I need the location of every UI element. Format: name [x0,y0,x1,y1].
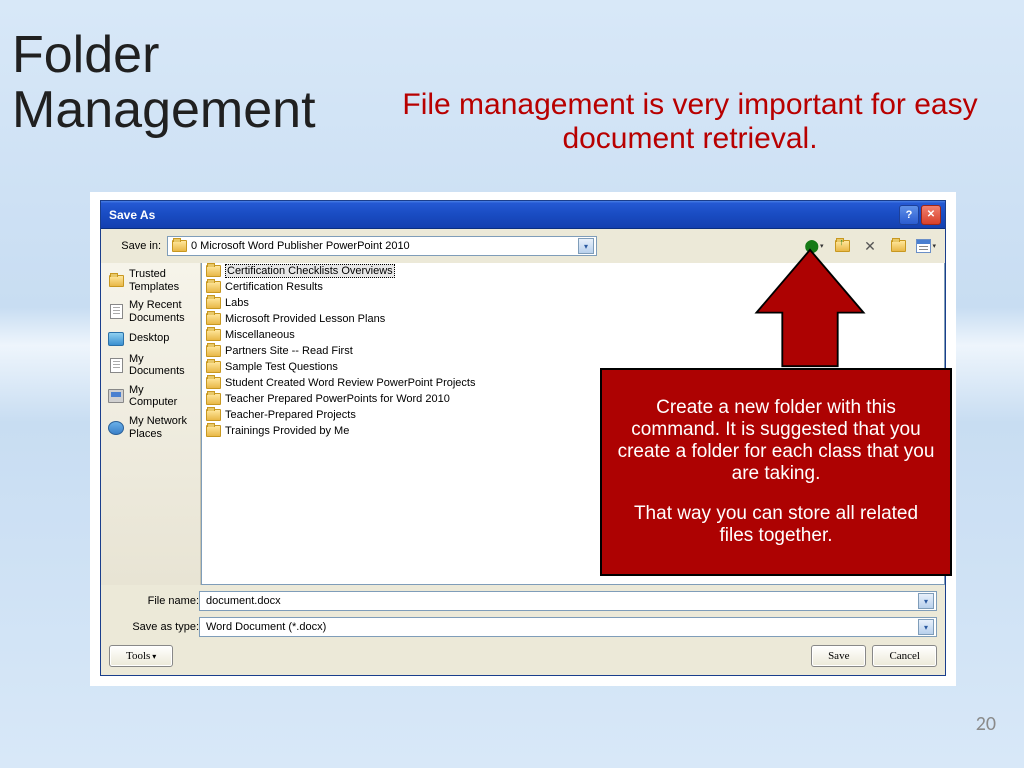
folder-name: Partners Site -- Read First [225,345,353,357]
places-item-label: Trusted Templates [129,268,194,293]
folder-icon [206,297,221,309]
folder-icon [206,377,221,389]
folder-icon [206,393,221,405]
places-item[interactable]: My Network Places [101,412,200,443]
slide-subtitle: File management is very important for ea… [400,88,980,156]
save-in-combo[interactable]: 0 Microsoft Word Publisher PowerPoint 20… [167,236,597,256]
bottom-fields: File name: document.docx ▾ Save as type:… [101,585,945,641]
save-in-value: 0 Microsoft Word Publisher PowerPoint 20… [191,240,410,252]
folder-name: Teacher-Prepared Projects [225,409,356,421]
folder-icon [206,329,221,341]
titlebar: Save As [101,201,945,229]
folder-name: Certification Results [225,281,323,293]
folder-icon [172,240,187,252]
title-line2: Management [12,83,316,138]
help-button[interactable] [899,205,919,225]
folder-name: Miscellaneous [225,329,295,341]
places-item[interactable]: My Computer [101,381,200,412]
folder-name: Trainings Provided by Me [225,425,349,437]
folder-icon [206,361,221,373]
callout-p1: Create a new folder with this command. I… [616,397,936,485]
tools-button[interactable]: Tools [109,645,173,667]
folder-name: Teacher Prepared PowerPoints for Word 20… [225,393,450,405]
callout-box: Create a new folder with this command. I… [600,368,952,576]
file-name-value: document.docx [206,595,281,607]
places-item-label: My Recent Documents [129,299,194,324]
folder-name: Certification Checklists Overviews [225,264,395,278]
network-icon [107,420,125,436]
folder-icon [206,425,221,437]
folder-icon [206,265,221,277]
places-bar: Trusted Templates My Recent Documents Desk… [101,263,201,585]
save-button[interactable]: Save [811,645,866,667]
chevron-down-icon[interactable]: ▾ [918,593,934,609]
chevron-down-icon[interactable]: ▾ [578,238,594,254]
callout-arrow [750,248,870,368]
folder-name: Labs [225,297,249,309]
file-name-input[interactable]: document.docx ▾ [199,591,937,611]
slide-title: Folder Management [12,28,316,137]
views-button[interactable] [915,235,937,257]
close-button[interactable] [921,205,941,225]
button-row: Tools Save Cancel [101,641,945,675]
desktop-icon [107,331,125,347]
doc-icon [107,304,125,320]
page-number: 20 [976,712,996,736]
folder-name: Sample Test Questions [225,361,338,373]
dialog-title: Save As [109,208,155,222]
folder-icon [206,313,221,325]
save-type-combo[interactable]: Word Document (*.docx) ▾ [199,617,937,637]
folder-icon [891,240,906,252]
save-type-label: Save as type: [109,621,199,633]
places-item[interactable]: Desktop [101,328,200,350]
places-item-label: My Network Places [129,415,194,440]
title-line1: Folder [12,28,316,83]
callout-p2: That way you can store all related files… [616,503,936,547]
cancel-button[interactable]: Cancel [872,645,937,667]
views-icon [916,239,931,253]
places-item[interactable]: Trusted Templates [101,265,200,296]
folder-name: Microsoft Provided Lesson Plans [225,313,385,325]
places-item-label: My Computer [129,384,194,409]
save-in-label: Save in: [109,240,161,252]
folder-name: Student Created Word Review PowerPoint P… [225,377,475,389]
file-name-label: File name: [109,595,199,607]
folder-icon [107,273,125,289]
folder-icon [206,409,221,421]
places-item-label: My Documents [129,353,194,378]
chevron-down-icon[interactable]: ▾ [918,619,934,635]
places-item[interactable]: My Documents [101,350,200,381]
places-item-label: Desktop [129,332,169,345]
new-folder-button[interactable] [887,235,909,257]
folder-icon [206,281,221,293]
folder-icon [206,345,221,357]
places-item[interactable]: My Recent Documents [101,296,200,327]
save-type-value: Word Document (*.docx) [206,621,326,633]
computer-icon [107,388,125,404]
doc-icon [107,357,125,373]
